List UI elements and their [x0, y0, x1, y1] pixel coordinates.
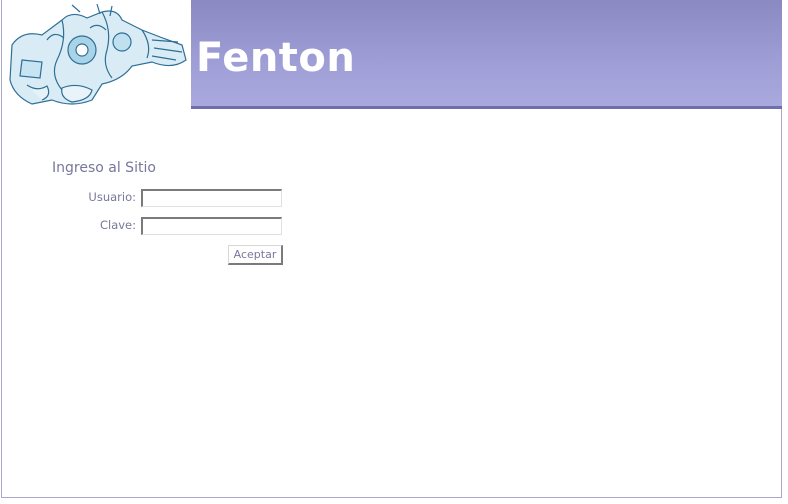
login-heading: Ingreso al Sitio	[52, 160, 156, 176]
site-title: Fenton	[196, 35, 356, 81]
robot-logo-icon	[2, 0, 190, 110]
password-input[interactable]	[141, 217, 282, 235]
password-label: Clave:	[99, 218, 136, 232]
username-label: Usuario:	[88, 190, 136, 204]
username-input[interactable]	[141, 189, 282, 207]
header-divider	[191, 106, 782, 109]
page-header: Fenton	[191, 0, 782, 106]
accept-button[interactable]: Aceptar	[228, 245, 283, 265]
